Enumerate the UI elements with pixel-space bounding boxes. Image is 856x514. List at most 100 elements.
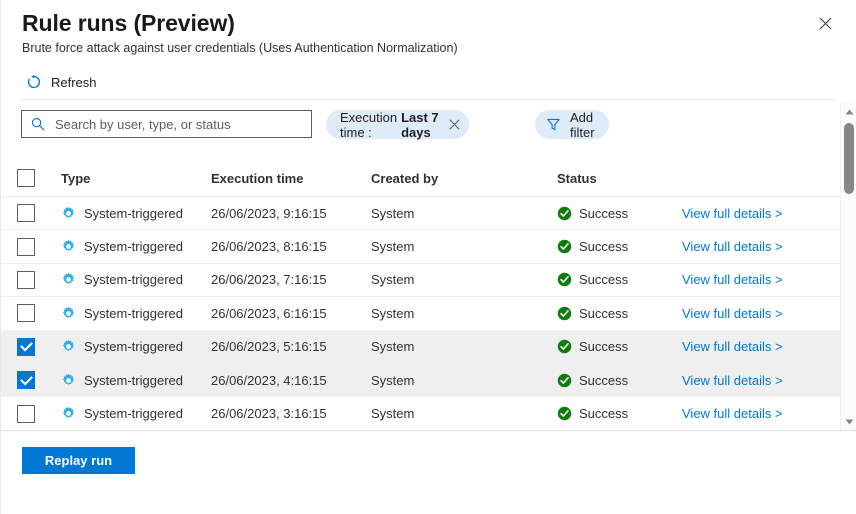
gear-icon: [61, 306, 76, 321]
table-body: System-triggered 26/06/2023, 9:16:15 Syste…: [1, 197, 841, 431]
checkbox-box: [17, 271, 35, 289]
select-all-checkbox[interactable]: [17, 169, 35, 187]
cell-status: Success: [557, 272, 628, 287]
view-full-details-label[interactable]: View full details >: [682, 272, 783, 287]
success-icon: [557, 306, 572, 321]
view-full-details-link[interactable]: View full details >: [682, 373, 783, 388]
cell-type: System-triggered: [61, 239, 183, 254]
gear-icon: [61, 406, 76, 421]
header-divider: [21, 99, 836, 100]
cell-type: System-triggered: [61, 373, 183, 388]
cell-created-by: System: [371, 373, 414, 388]
cell-type: System-triggered: [61, 339, 183, 354]
checkbox-box: [17, 238, 35, 256]
status-badge: Success: [579, 373, 628, 388]
view-full-details-link[interactable]: View full details >: [682, 206, 783, 221]
filter-pill-value: Last 7 days: [401, 110, 440, 140]
column-header-type[interactable]: Type: [61, 171, 90, 186]
success-icon: [557, 272, 572, 287]
view-full-details-label[interactable]: View full details >: [682, 206, 783, 221]
row-checkbox[interactable]: [17, 405, 35, 423]
column-header-execution-time[interactable]: Execution time: [211, 171, 303, 186]
table-row[interactable]: System-triggered26/06/2023, 3:16:15Syste…: [1, 397, 841, 430]
cell-type-label: System-triggered: [84, 306, 183, 321]
replay-run-button[interactable]: Replay run: [22, 447, 135, 474]
view-full-details-label[interactable]: View full details >: [682, 239, 783, 254]
view-full-details-link[interactable]: View full details >: [682, 239, 783, 254]
table-row[interactable]: System-triggered 26/06/2023, 4:16:15 Syste…: [1, 364, 841, 397]
success-icon: [557, 339, 572, 354]
cell-type: System-triggered: [61, 272, 183, 287]
panel-header: Rule runs (Preview) Brute force attack a…: [1, 0, 856, 96]
gear-icon: [61, 272, 76, 287]
cell-execution-time: 26/06/2023, 3:16:15: [211, 406, 327, 421]
filter-remove-icon[interactable]: [449, 115, 460, 135]
chevron-down-icon[interactable]: [841, 413, 856, 430]
checkbox-box: [17, 338, 35, 356]
cell-status: Success: [557, 206, 628, 221]
footer-divider: [1, 430, 856, 431]
checkbox-box: [17, 371, 35, 389]
view-full-details-link[interactable]: View full details >: [682, 272, 783, 287]
refresh-button[interactable]: Refresh: [22, 68, 101, 96]
gear-icon: [61, 373, 76, 388]
rule-runs-panel: Rule runs (Preview) Brute force attack a…: [0, 0, 856, 514]
cell-status: Success: [557, 406, 628, 421]
view-full-details-label[interactable]: View full details >: [682, 306, 783, 321]
cell-type-label: System-triggered: [84, 206, 183, 221]
row-checkbox[interactable]: [17, 238, 35, 256]
table-row[interactable]: System-triggered 26/06/2023, 9:16:15 Syste…: [1, 197, 841, 230]
close-icon[interactable]: [813, 11, 837, 35]
row-checkbox[interactable]: [17, 304, 35, 322]
view-full-details-link[interactable]: View full details >: [682, 406, 783, 421]
row-checkbox[interactable]: [17, 204, 35, 222]
cell-type-label: System-triggered: [84, 373, 183, 388]
status-badge: Success: [579, 239, 628, 254]
cell-status: Success: [557, 339, 628, 354]
column-header-created-by[interactable]: Created by: [371, 171, 438, 186]
row-checkbox[interactable]: [17, 271, 35, 289]
add-filter-label: Add filter: [570, 110, 595, 140]
table-row[interactable]: System-triggered 26/06/2023, 5:16:15 Syste…: [1, 331, 841, 364]
checkbox-box: [17, 169, 35, 187]
table-row[interactable]: System-triggered 26/06/2023, 8:16:15 Syste…: [1, 230, 841, 263]
cell-created-by: System: [371, 339, 414, 354]
status-badge: Success: [579, 272, 628, 287]
row-checkbox[interactable]: [17, 371, 35, 389]
row-checkbox[interactable]: [17, 338, 35, 356]
view-full-details-label[interactable]: View full details >: [682, 339, 783, 354]
refresh-icon: [26, 74, 42, 90]
cell-created-by: System: [371, 239, 414, 254]
cell-execution-time: 26/06/2023, 9:16:15: [211, 206, 327, 221]
cell-execution-time: 26/06/2023, 5:16:15: [211, 339, 327, 354]
checkbox-box: [17, 204, 35, 222]
cell-created-by: System: [371, 206, 414, 221]
refresh-label: Refresh: [51, 75, 97, 90]
page-title: Rule runs (Preview): [22, 8, 235, 38]
chevron-up-icon[interactable]: [841, 103, 856, 120]
success-icon: [557, 206, 572, 221]
table-row[interactable]: System-triggered26/06/2023, 6:16:15Syste…: [1, 297, 841, 330]
view-full-details-link[interactable]: View full details >: [682, 306, 783, 321]
view-full-details-label[interactable]: View full details >: [682, 373, 783, 388]
cell-status: Success: [557, 239, 628, 254]
cell-type: System-triggered: [61, 306, 183, 321]
scrollbar-thumb[interactable]: [844, 123, 854, 194]
search-box[interactable]: [21, 110, 312, 138]
filter-pill-execution-time[interactable]: Execution time : Last 7 days: [326, 110, 469, 139]
cell-type: System-triggered: [61, 406, 183, 421]
vertical-scrollbar[interactable]: [840, 103, 856, 430]
page-subtitle: Brute force attack against user credenti…: [22, 40, 458, 56]
column-header-status[interactable]: Status: [557, 171, 597, 186]
view-full-details-label[interactable]: View full details >: [682, 406, 783, 421]
cell-execution-time: 26/06/2023, 8:16:15: [211, 239, 327, 254]
checkbox-box: [17, 304, 35, 322]
cell-execution-time: 26/06/2023, 4:16:15: [211, 373, 327, 388]
status-badge: Success: [579, 339, 628, 354]
view-full-details-link[interactable]: View full details >: [682, 339, 783, 354]
search-input[interactable]: [53, 112, 298, 136]
cell-type-label: System-triggered: [84, 406, 183, 421]
table-row[interactable]: System-triggered26/06/2023, 7:16:15Syste…: [1, 264, 841, 297]
add-filter-button[interactable]: Add filter: [535, 110, 609, 139]
gear-icon: [61, 239, 76, 254]
